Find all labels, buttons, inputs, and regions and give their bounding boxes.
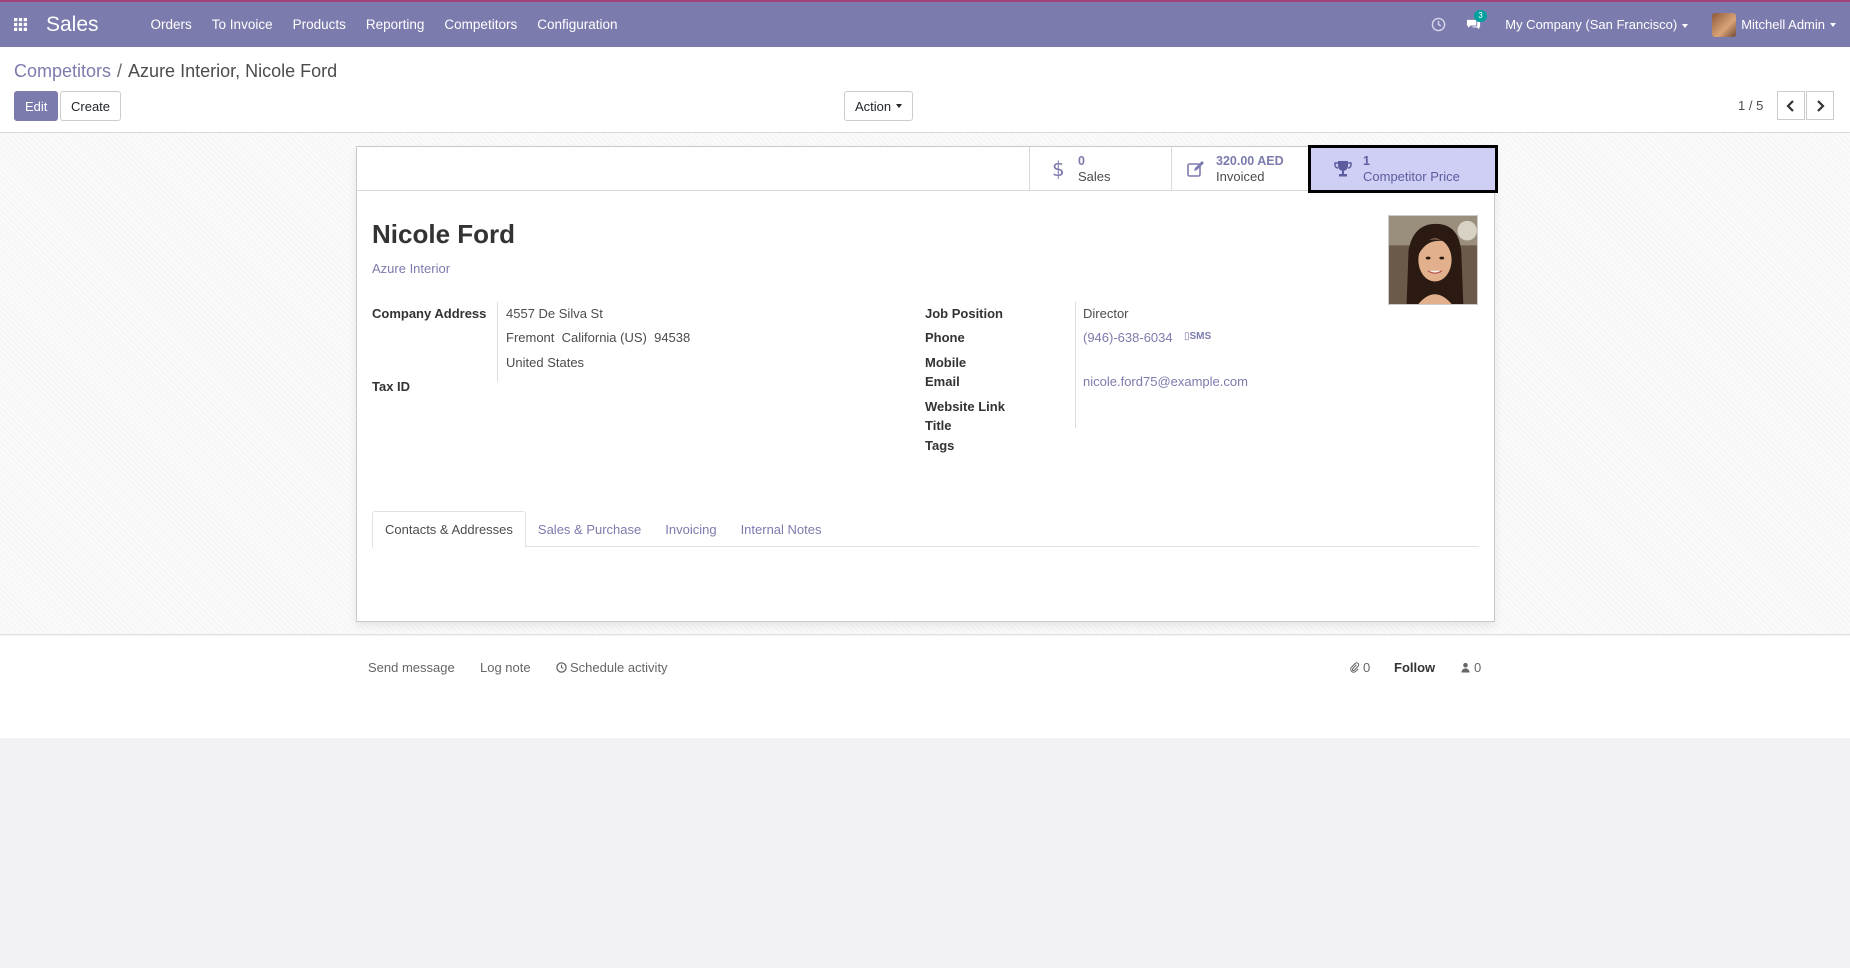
main-menu: Orders To Invoice Products Reporting Com… <box>141 17 628 32</box>
trophy-icon <box>1334 161 1352 177</box>
action-label: Action <box>855 98 892 114</box>
smart-button-box: $ 0 Sales 320.00 AED Invoiced 1 Competitor … <box>357 145 1498 193</box>
invoiced-stat-button[interactable]: 320.00 AED Invoiced <box>1171 147 1308 191</box>
parent-company-link[interactable]: Azure Interior <box>372 261 450 276</box>
sales-count: 0 <box>1078 154 1085 168</box>
tab-internal-notes[interactable]: Internal Notes <box>729 511 834 547</box>
user-name: Mitchell Admin <box>1741 17 1825 32</box>
country-field[interactable]: United States <box>506 355 584 370</box>
pencil-square-icon <box>1187 161 1204 177</box>
apps-menu-icon[interactable] <box>6 11 34 39</box>
field-divider <box>497 302 498 382</box>
messages-icon[interactable]: 3 <box>1466 10 1487 32</box>
field-divider <box>1075 302 1076 428</box>
invoiced-amount: 320.00 AED <box>1216 154 1284 168</box>
menu-competitors[interactable]: Competitors <box>434 17 527 32</box>
activity-clock-icon[interactable] <box>1431 17 1446 32</box>
tags-label: Tags <box>925 438 955 453</box>
notebook-tabs: Contacts & Addresses Sales & Purchase In… <box>372 511 1479 548</box>
job-position-field[interactable]: Director <box>1083 306 1129 321</box>
navbar-systray: 3 My Company (San Francisco) Mitchell Ad… <box>1431 2 1850 47</box>
company-address-label: Company Address <box>372 306 487 321</box>
svg-text:$: $ <box>1052 159 1065 179</box>
tab-invoicing[interactable]: Invoicing <box>653 511 728 547</box>
tab-contacts-addresses[interactable]: Contacts & Addresses <box>372 511 526 548</box>
competitor-price-count: 1 <box>1363 154 1370 168</box>
pager-value[interactable]: 1 / 5 <box>1738 98 1763 113</box>
form-sheet: $ 0 Sales 320.00 AED Invoiced 1 Competitor … <box>356 145 1498 622</box>
partner-photo[interactable] <box>1388 215 1478 305</box>
street-field[interactable]: 4557 De Silva St <box>506 306 603 321</box>
competitor-price-stat-button[interactable]: 1 Competitor Price <box>1308 145 1498 193</box>
followers-count: 0 <box>1474 660 1482 675</box>
sms-button[interactable]: ▯SMS <box>1184 331 1211 342</box>
partner-name: Nicole Ford <box>372 219 516 249</box>
job-position-label: Job Position <box>925 306 1003 321</box>
title-label: Title <box>925 418 952 433</box>
phone-field[interactable]: (946)-638-6034 <box>1083 330 1173 345</box>
create-button[interactable]: Create <box>60 91 122 121</box>
schedule-activity-button[interactable]: Schedule activity <box>556 660 668 675</box>
user-menu[interactable]: Mitchell Admin <box>1712 12 1836 37</box>
caret-down-icon <box>1682 23 1689 28</box>
messages-badge: 3 <box>1474 10 1487 22</box>
send-message-button[interactable]: Send message <box>368 660 455 675</box>
city-state-zip-field[interactable]: Fremont California (US) 94538 <box>506 330 690 345</box>
menu-to-invoice[interactable]: To Invoice <box>202 17 283 32</box>
schedule-activity-label: Schedule activity <box>570 660 668 675</box>
invoiced-label: Invoiced <box>1216 169 1265 184</box>
log-note-button[interactable]: Log note <box>480 660 531 675</box>
mobile-label: Mobile <box>925 355 967 370</box>
attachments-button[interactable]: 0 <box>1349 660 1370 675</box>
email-label: Email <box>925 374 960 389</box>
email-field[interactable]: nicole.ford75@example.com <box>1083 374 1248 389</box>
breadcrumb-current: Azure Interior, Nicole Ford <box>128 61 338 81</box>
user-icon <box>1461 662 1470 673</box>
sales-label: Sales <box>1078 169 1111 184</box>
control-panel: Competitors / Azure Interior, Nicole Ford … <box>0 47 1850 133</box>
company-switcher[interactable]: My Company (San Francisco) <box>1505 17 1689 32</box>
menu-products[interactable]: Products <box>283 17 356 32</box>
tab-sales-purchase[interactable]: Sales & Purchase <box>526 511 653 547</box>
breadcrumb-separator: / <box>117 61 123 81</box>
phone-label: Phone <box>925 330 965 345</box>
followers-button[interactable]: 0 <box>1460 660 1481 675</box>
sales-stat-button[interactable]: $ 0 Sales <box>1029 147 1171 191</box>
pager-previous-button[interactable] <box>1777 91 1805 120</box>
chevron-right-icon <box>1817 99 1825 112</box>
tax-id-label: Tax ID <box>372 379 411 394</box>
action-dropdown[interactable]: Action <box>844 91 914 121</box>
menu-reporting[interactable]: Reporting <box>356 17 435 32</box>
dollar-icon: $ <box>1052 159 1065 179</box>
caret-down-icon <box>896 104 903 108</box>
top-navbar: Sales Orders To Invoice Products Reporti… <box>0 0 1850 47</box>
sms-label: SMS <box>1189 331 1212 342</box>
breadcrumb: Competitors / Azure Interior, Nicole Ford <box>14 61 337 82</box>
follow-button[interactable]: Follow <box>1394 660 1435 675</box>
chevron-left-icon <box>1786 99 1794 112</box>
competitor-price-label: Competitor Price <box>1363 169 1460 184</box>
paperclip-icon <box>1350 662 1360 673</box>
breadcrumb-competitors[interactable]: Competitors <box>14 61 111 81</box>
app-name[interactable]: Sales <box>46 13 99 37</box>
clock-icon <box>556 662 567 673</box>
menu-orders[interactable]: Orders <box>141 17 202 32</box>
user-avatar <box>1712 12 1737 37</box>
caret-down-icon <box>1830 22 1836 27</box>
website-label: Website Link <box>925 399 1005 414</box>
menu-configuration[interactable]: Configuration <box>527 17 627 32</box>
edit-button[interactable]: Edit <box>14 91 59 121</box>
chatter: Send message Log note Schedule activity … <box>0 636 1850 738</box>
company-name: My Company (San Francisco) <box>1505 17 1678 32</box>
attachments-count: 0 <box>1363 660 1371 675</box>
pager-next-button[interactable] <box>1806 91 1834 120</box>
